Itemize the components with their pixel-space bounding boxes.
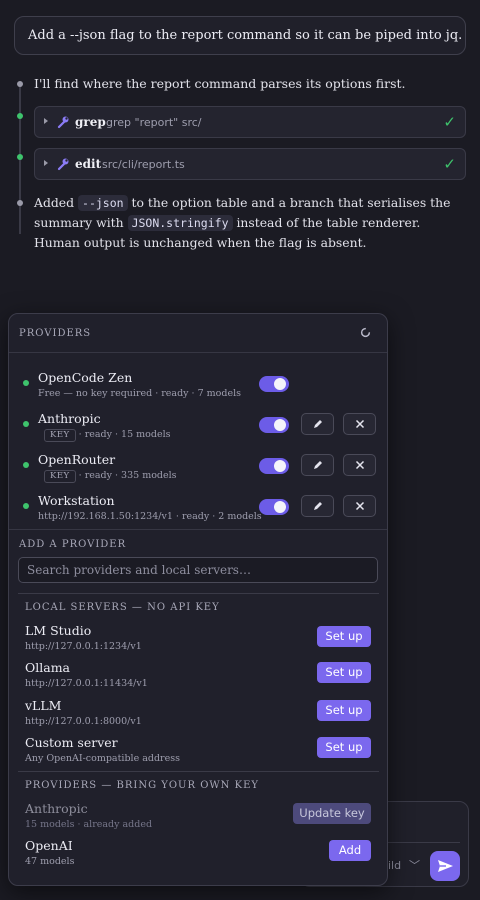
pencil-icon bbox=[314, 502, 322, 510]
tool-argument: grep "report" src/ bbox=[106, 116, 202, 129]
provider-search-input[interactable] bbox=[18, 557, 378, 583]
set-up-button[interactable]: Set up bbox=[317, 626, 371, 647]
provider-row-workstation: Workstation http://192.168.1.50:1234/v1 … bbox=[9, 490, 387, 530]
tool-argument: src/cli/report.ts bbox=[102, 158, 185, 171]
server-name: Ollama bbox=[25, 660, 71, 675]
byok-provider-openai: OpenAI 47 models Add bbox=[9, 838, 387, 874]
provider-status-line: KEY · ready · 15 models bbox=[38, 429, 171, 442]
local-server-ollama: Ollama http://127.0.0.1:11434/v1 Set up bbox=[9, 660, 387, 696]
set-up-button[interactable]: Set up bbox=[317, 662, 371, 683]
provider-enable-toggle[interactable] bbox=[259, 458, 289, 474]
provider-status: Free — no key required · ready · 7 model… bbox=[38, 388, 241, 399]
send-icon bbox=[438, 860, 453, 872]
section-divider bbox=[18, 771, 379, 772]
close-icon bbox=[355, 419, 365, 429]
provider-row-opencode-zen: OpenCode Zen Free — no key required · re… bbox=[9, 367, 387, 407]
assistant-summary: Added --json to the option table and a b… bbox=[34, 193, 466, 253]
timeline-dot bbox=[17, 81, 23, 87]
local-server-vllm: vLLM http://127.0.0.1:8000/v1 Set up bbox=[9, 698, 387, 734]
timeline-dot-success bbox=[17, 154, 23, 160]
providers-title: PROVIDERS bbox=[19, 328, 92, 339]
set-up-button[interactable]: Set up bbox=[317, 700, 371, 721]
refresh-icon[interactable] bbox=[360, 327, 371, 338]
section-divider bbox=[18, 593, 379, 594]
local-servers-title: LOCAL SERVERS — NO API KEY bbox=[25, 602, 220, 613]
provider-enable-toggle[interactable] bbox=[259, 499, 289, 515]
check-icon: ✓ bbox=[443, 155, 456, 173]
pencil-icon bbox=[314, 461, 322, 469]
provider-status-line: KEY · ready · 335 models bbox=[38, 470, 177, 483]
chevron-down-icon[interactable]: ﹀ bbox=[409, 857, 420, 873]
server-address: Any OpenAI-compatible address bbox=[25, 753, 180, 764]
expand-caret-icon[interactable] bbox=[44, 118, 48, 124]
local-server-custom: Custom server Any OpenAI-compatible addr… bbox=[9, 735, 387, 771]
remove-provider-button[interactable] bbox=[343, 495, 376, 517]
provider-row-openrouter: OpenRouter KEY · ready · 335 models bbox=[9, 449, 387, 489]
timeline-dot bbox=[17, 200, 23, 206]
server-name: vLLM bbox=[25, 698, 62, 713]
status-ready-dot bbox=[23, 380, 29, 386]
wrench-icon bbox=[57, 116, 69, 129]
close-icon bbox=[355, 460, 365, 470]
add-provider-title: ADD A PROVIDER bbox=[19, 539, 127, 550]
pencil-icon bbox=[314, 420, 322, 428]
status-ready-dot bbox=[23, 421, 29, 427]
providers-popover: PROVIDERS OpenCode Zen Free — no key req… bbox=[8, 313, 388, 886]
edit-provider-button[interactable] bbox=[301, 495, 334, 517]
server-address: http://127.0.0.1:1234/v1 bbox=[25, 641, 142, 652]
check-icon: ✓ bbox=[443, 113, 456, 131]
provider-name: OpenAI bbox=[25, 838, 73, 853]
update-key-button[interactable]: Update key bbox=[293, 803, 371, 824]
provider-name: Workstation bbox=[38, 493, 115, 508]
timeline-dot-success bbox=[17, 113, 23, 119]
popover-header: PROVIDERS bbox=[9, 314, 387, 353]
server-address: http://127.0.0.1:8000/v1 bbox=[25, 716, 142, 727]
edit-provider-button[interactable] bbox=[301, 454, 334, 476]
assistant-intro: I'll find where the report command parse… bbox=[34, 76, 406, 91]
inline-code: --json bbox=[78, 195, 128, 211]
server-name: Custom server bbox=[25, 735, 118, 750]
local-server-lm-studio: LM Studio http://127.0.0.1:1234/v1 Set u… bbox=[9, 623, 387, 659]
provider-status: · ready · 15 models bbox=[78, 429, 171, 440]
tool-name: edit bbox=[75, 157, 102, 171]
byok-title: PROVIDERS — BRING YOUR OWN KEY bbox=[25, 780, 259, 791]
tool-call-grep[interactable]: grep grep "report" src/ ✓ bbox=[34, 106, 466, 138]
status-ready-dot bbox=[23, 462, 29, 468]
byok-provider-anthropic: Anthropic 15 models · already added Upda… bbox=[9, 801, 387, 837]
tool-call-edit[interactable]: edit src/cli/report.ts ✓ bbox=[34, 148, 466, 180]
status-ready-dot bbox=[23, 503, 29, 509]
provider-row-anthropic: Anthropic KEY · ready · 15 models bbox=[9, 408, 387, 448]
provider-status: 15 models · already added bbox=[25, 819, 153, 830]
tool-name: grep bbox=[75, 115, 106, 129]
provider-status: 47 models bbox=[25, 856, 75, 867]
provider-name: Anthropic bbox=[25, 801, 88, 816]
wrench-icon bbox=[57, 158, 69, 171]
provider-name: Anthropic bbox=[38, 411, 101, 426]
provider-name: OpenRouter bbox=[38, 452, 116, 467]
inline-code: JSON.stringify bbox=[127, 215, 233, 231]
provider-enable-toggle[interactable] bbox=[259, 376, 289, 392]
edit-provider-button[interactable] bbox=[301, 413, 334, 435]
user-message: Add a --json flag to the report command … bbox=[14, 16, 466, 55]
provider-status: · ready · 335 models bbox=[78, 470, 177, 481]
send-button[interactable] bbox=[430, 851, 460, 881]
provider-name: OpenCode Zen bbox=[38, 370, 133, 385]
server-name: LM Studio bbox=[25, 623, 92, 638]
provider-status: http://192.168.1.50:1234/v1 · ready · 2 … bbox=[38, 511, 262, 522]
close-icon bbox=[355, 501, 365, 511]
key-badge: KEY bbox=[44, 429, 76, 442]
summary-text: Added bbox=[34, 195, 79, 210]
expand-caret-icon[interactable] bbox=[44, 160, 48, 166]
remove-provider-button[interactable] bbox=[343, 454, 376, 476]
remove-provider-button[interactable] bbox=[343, 413, 376, 435]
set-up-button[interactable]: Set up bbox=[317, 737, 371, 758]
key-badge: KEY bbox=[44, 470, 76, 483]
server-address: http://127.0.0.1:11434/v1 bbox=[25, 678, 148, 689]
section-divider bbox=[9, 529, 387, 530]
add-provider-button[interactable]: Add bbox=[329, 840, 371, 861]
provider-enable-toggle[interactable] bbox=[259, 417, 289, 433]
